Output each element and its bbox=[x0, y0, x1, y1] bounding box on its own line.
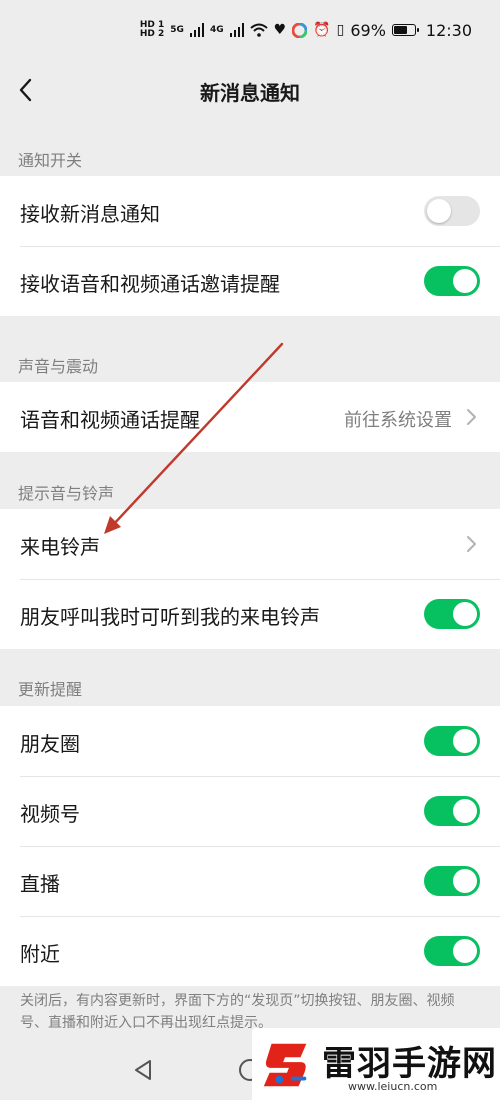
row-label: 接收语音和视频通话邀请提醒 bbox=[20, 272, 280, 296]
toggle-switch[interactable] bbox=[424, 866, 480, 896]
toggle-switch[interactable] bbox=[424, 936, 480, 966]
row-label: 直播 bbox=[20, 872, 60, 896]
row-call-reminder[interactable]: 语音和视频通话提醒 前往系统设置 bbox=[0, 382, 500, 452]
signal-bars-icon bbox=[189, 23, 204, 37]
row-label: 语音和视频通话提醒 bbox=[20, 408, 200, 432]
wifi-icon bbox=[249, 23, 268, 37]
group-sound-vibration: 语音和视频通话提醒 前往系统设置 bbox=[0, 382, 500, 452]
row-nearby[interactable]: 附近 bbox=[0, 916, 500, 986]
signal-1-label: 5G bbox=[170, 25, 184, 35]
toggle-switch[interactable] bbox=[424, 796, 480, 826]
row-call-invite-alerts[interactable]: 接收语音和视频通话邀请提醒 bbox=[0, 246, 500, 316]
clock: 12:30 bbox=[425, 20, 472, 40]
section-header-sound-vibration: 声音与震动 bbox=[18, 357, 99, 376]
chevron-right-icon bbox=[467, 536, 476, 552]
row-label: 附近 bbox=[20, 942, 60, 966]
signal-2-label: 4G bbox=[209, 25, 224, 35]
toggle-switch[interactable] bbox=[424, 726, 480, 756]
nav-back-icon[interactable] bbox=[132, 1058, 154, 1082]
row-label: 朋友圈 bbox=[20, 732, 80, 756]
row-friend-hears-ringtone[interactable]: 朋友呼叫我时可听到我的来电铃声 bbox=[0, 579, 500, 649]
group-updates: 朋友圈 视频号 直播 附近 bbox=[0, 706, 500, 986]
watermark-url: www.leiucn.com bbox=[348, 1080, 438, 1093]
watermark: 雷羽手游网 www.leiucn.com bbox=[252, 1028, 500, 1100]
group-notify-switch: 接收新消息通知 接收语音和视频通话邀请提醒 bbox=[0, 176, 500, 316]
row-label: 朋友呼叫我时可听到我的来电铃声 bbox=[20, 605, 320, 629]
battery-percent: 69% bbox=[350, 20, 386, 40]
signal-bars-icon bbox=[229, 23, 244, 37]
toggle-switch[interactable] bbox=[424, 266, 480, 296]
row-value: 前往系统设置 bbox=[344, 410, 452, 431]
nav-bar: 新消息通知 bbox=[0, 60, 500, 120]
hd-indicator: HD 1 HD 2 bbox=[139, 20, 165, 39]
row-label: 视频号 bbox=[20, 802, 80, 826]
toggle-switch[interactable] bbox=[424, 599, 480, 629]
alarm-icon: ⏰ bbox=[313, 22, 331, 38]
row-label: 来电铃声 bbox=[20, 535, 100, 559]
section-header-tones: 提示音与铃声 bbox=[18, 484, 115, 503]
chevron-right-icon bbox=[467, 409, 476, 425]
row-moments[interactable]: 朋友圈 bbox=[0, 706, 500, 776]
page-title: 新消息通知 bbox=[200, 81, 300, 105]
row-channels[interactable]: 视频号 bbox=[0, 776, 500, 846]
section-header-notify-switch: 通知开关 bbox=[18, 151, 83, 170]
row-label: 接收新消息通知 bbox=[20, 202, 160, 226]
row-live[interactable]: 直播 bbox=[0, 846, 500, 916]
group-tones: 来电铃声 朋友呼叫我时可听到我的来电铃声 bbox=[0, 509, 500, 649]
toggle-switch[interactable] bbox=[424, 196, 480, 226]
row-receive-new-messages[interactable]: 接收新消息通知 bbox=[0, 176, 500, 246]
status-bar: HD 1 HD 2 5G 4G ♥ ⏰ ▯ 69% 12:30 bbox=[0, 0, 500, 60]
heart-icon: ♥ bbox=[273, 22, 287, 38]
battery-icon bbox=[391, 24, 419, 36]
watermark-logo-icon bbox=[263, 1043, 307, 1087]
vibrate-icon: ▯ bbox=[336, 22, 345, 38]
section-header-updates: 更新提醒 bbox=[18, 680, 83, 699]
app-circle-icon bbox=[292, 22, 308, 38]
row-ringtone[interactable]: 来电铃声 bbox=[0, 509, 500, 579]
watermark-title: 雷羽手游网 bbox=[322, 1044, 497, 1084]
